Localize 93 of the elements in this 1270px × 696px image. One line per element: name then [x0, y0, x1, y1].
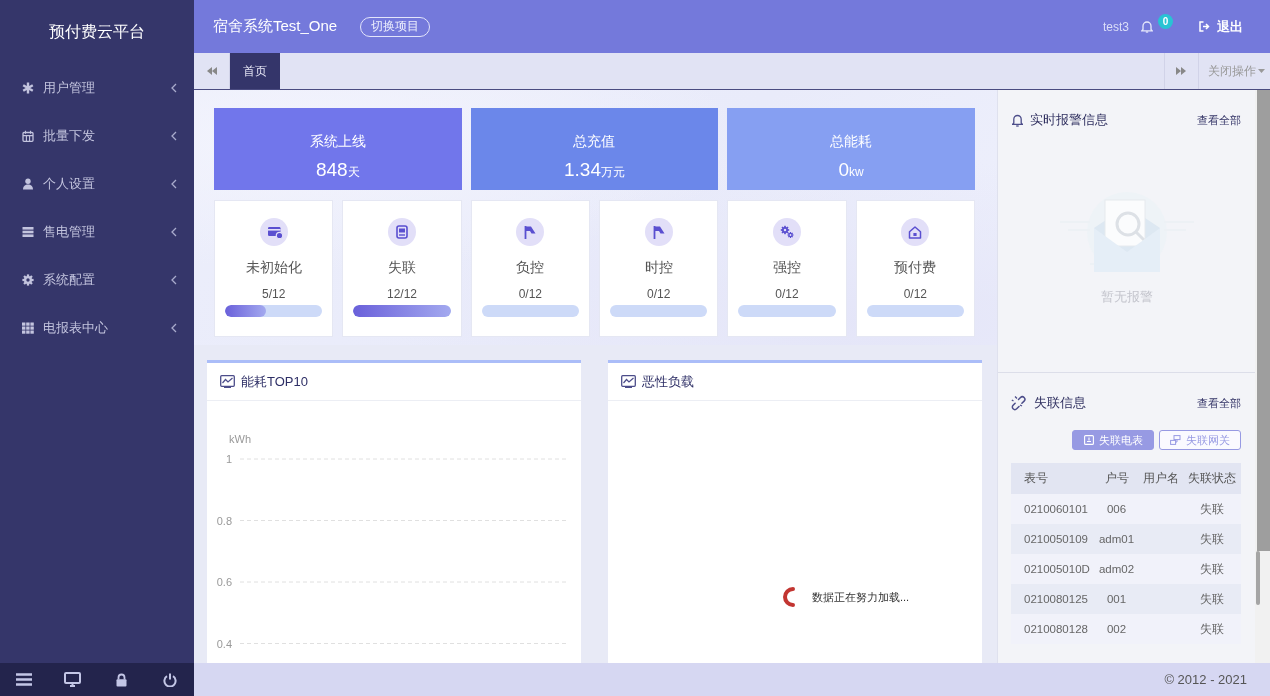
table-cell-text: 001 [1105, 592, 1128, 607]
summary-title: 总充值 [573, 132, 616, 151]
asterisk-icon [22, 82, 34, 94]
monitor-icon[interactable] [64, 672, 82, 687]
house-icon [901, 218, 930, 246]
sidebar-item[interactable]: 个人设置 [0, 160, 194, 208]
logout-icon [1199, 21, 1210, 32]
summary-value: 848 [315, 158, 348, 182]
table-cell-text: 0210080128 [1023, 622, 1089, 637]
status-count: 12/12 [386, 286, 417, 302]
summary-title: 系统上线 [309, 132, 366, 151]
table-cell-text: 失联 [1198, 621, 1225, 637]
status-count: 5/12 [262, 286, 286, 302]
loading-text: 数据正在努力加载... [812, 589, 910, 605]
status-count: 0/12 [647, 286, 671, 302]
status-label: 强控 [773, 258, 801, 276]
sidebar-item[interactable]: 电报表中心 [0, 304, 194, 352]
network-icon [1170, 435, 1181, 445]
sidebar-item[interactable]: 批量下发 [0, 112, 194, 160]
summary-unit: 万元 [601, 165, 625, 181]
summary-title: 总能耗 [830, 132, 873, 151]
status-label: 失联 [388, 258, 416, 276]
summary-unit: 天 [347, 164, 360, 181]
server-icon [22, 226, 34, 238]
double-arrow-right-icon[interactable] [1176, 66, 1187, 76]
status-count: 0/12 [903, 286, 927, 302]
bell-icon[interactable] [1141, 20, 1153, 33]
grid-icon [22, 322, 34, 334]
sidebar-item[interactable]: 售电管理 [0, 208, 194, 256]
device-icon [388, 218, 416, 246]
copyright-text: © 2012 - 2021 [1164, 672, 1247, 687]
lock-icon[interactable] [115, 672, 127, 687]
section-title: 失联信息 [1034, 394, 1087, 412]
table-cell-text: 006 [1105, 502, 1128, 517]
status-label: 时控 [644, 258, 673, 276]
username: test3 [1103, 19, 1129, 34]
view-all-link[interactable]: 查看全部 [1197, 395, 1241, 411]
table-cell-text: 002 [1105, 622, 1128, 637]
status-count: 0/12 [518, 286, 542, 302]
project-title: 宿舍系统Test_One [213, 17, 338, 36]
table-cell-text: adm02 [1097, 562, 1136, 577]
app-title: 预付费云平台 [48, 21, 146, 42]
gears-icon [773, 218, 801, 246]
column-header: 失联状态 [1186, 471, 1237, 486]
double-arrow-left-icon[interactable] [206, 66, 217, 76]
status-label: 预付费 [894, 258, 937, 276]
table-cell-text: 021005010D [1023, 562, 1091, 577]
sidebar-item[interactable]: 用户管理 [0, 64, 194, 112]
table-cell-text: 0210050109 [1023, 532, 1089, 547]
summary-value: 0 [838, 158, 850, 182]
axis-unit-label: kWh [229, 433, 251, 445]
table-cell-text: adm01 [1097, 532, 1136, 547]
status-label: 未初始化 [245, 258, 302, 276]
line-chart-icon [220, 375, 235, 388]
section-title: 实时报警信息 [1030, 111, 1109, 129]
logout-button[interactable]: 退出 [1199, 17, 1243, 36]
meter-icon [1083, 435, 1094, 445]
panel-title: 恶性负载 [642, 372, 694, 391]
line-chart-icon [621, 375, 636, 388]
gear-icon [22, 274, 34, 286]
status-count: 0/12 [775, 286, 799, 302]
axis-tick-label: 0.4 [216, 637, 232, 650]
caret-down-icon [1258, 69, 1265, 73]
view-all-link[interactable]: 查看全部 [1197, 112, 1241, 128]
tab[interactable]: 首页 [230, 53, 280, 89]
table-cell-text: 失联 [1198, 501, 1225, 517]
axis-tick-label: 1 [225, 453, 232, 465]
table-cell-text: 失联 [1198, 591, 1225, 607]
sidebar-item[interactable]: 系统配置 [0, 256, 194, 304]
flag-icon [516, 218, 545, 246]
calendar-icon [22, 130, 34, 142]
column-header: 户号 [1103, 471, 1130, 486]
summary-unit: kw [849, 165, 864, 179]
user-icon [22, 178, 34, 190]
status-label: 负控 [516, 258, 545, 276]
spinner-icon [783, 587, 795, 607]
broken-link-icon [1011, 395, 1027, 411]
column-header: 用户名 [1142, 471, 1180, 486]
table-cell-text: 失联 [1198, 561, 1225, 577]
axis-tick-label: 0.8 [216, 514, 232, 527]
table-cell-text: 失联 [1198, 531, 1225, 547]
axis-tick-label: 0.6 [216, 576, 232, 588]
table-cell-text: 0210080125 [1023, 592, 1089, 607]
card-icon [259, 218, 288, 246]
notification-badge: 0 [1158, 14, 1173, 29]
table-cell-text: 0210060101 [1023, 502, 1089, 517]
bell-icon [1012, 113, 1023, 127]
summary-value: 1.34 [564, 158, 601, 182]
flag-icon [644, 218, 673, 246]
column-header: 表号 [1023, 471, 1049, 486]
power-icon[interactable] [162, 672, 177, 687]
menu-icon[interactable] [16, 673, 33, 686]
panel-title: 能耗TOP10 [241, 372, 308, 391]
